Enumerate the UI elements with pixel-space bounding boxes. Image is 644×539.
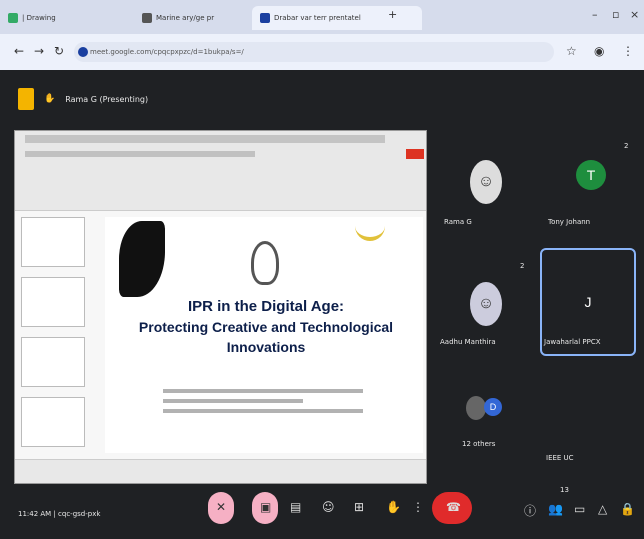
- people-icon[interactable]: 👥: [548, 502, 563, 516]
- menu-dots-icon[interactable]: ⋮: [622, 44, 634, 58]
- back-icon[interactable]: ←: [14, 44, 24, 58]
- decorative-shape: [119, 221, 165, 297]
- mic-off-icon: ✕: [216, 500, 227, 514]
- tab-favicon-icon: [142, 13, 152, 23]
- browser-tab[interactable]: Marine ary/ge pr: [142, 6, 252, 30]
- current-slide: IPR in the Digital Age: Protecting Creat…: [105, 217, 423, 453]
- slide-title: IPR in the Digital Age: Protecting Creat…: [138, 298, 394, 355]
- hand-count: 2: [624, 142, 629, 150]
- bookmark-star-icon[interactable]: ☆: [566, 44, 577, 58]
- captions-icon[interactable]: ▤: [290, 500, 301, 514]
- restore-icon[interactable]: ▫: [612, 8, 619, 21]
- participant-name: IEEE UC: [546, 454, 574, 462]
- tab-favicon-icon: [8, 13, 18, 23]
- tab-favicon-icon: [260, 13, 270, 23]
- ppt-ribbon-tabs: [25, 151, 255, 157]
- browser-tab[interactable]: | Drawing: [8, 6, 128, 30]
- ppt-ribbon: [15, 131, 426, 211]
- profile-icon[interactable]: ◉: [594, 44, 604, 58]
- others-count[interactable]: 12 others: [462, 440, 495, 448]
- slide-thumbnails: [21, 217, 101, 473]
- participant-name: Rama G: [444, 218, 472, 226]
- participant-avatar: T: [576, 160, 606, 190]
- site-info-icon: [78, 47, 88, 57]
- participant-avatar: D: [484, 398, 502, 416]
- participant-name: Aadhu Manthira: [440, 338, 496, 346]
- phone-hangup-icon: ☎: [446, 500, 461, 514]
- participant-avatar: J: [584, 294, 592, 310]
- participant-avatar: ☺: [470, 160, 502, 204]
- emoji-icon[interactable]: ☺: [322, 500, 335, 514]
- participant-name: Tony Johann: [548, 218, 591, 226]
- close-window-icon[interactable]: ×: [630, 8, 639, 21]
- reload-icon[interactable]: ↻: [54, 44, 64, 58]
- slide-details: [163, 389, 363, 419]
- shared-screen: IPR in the Digital Age: Protecting Creat…: [14, 130, 427, 484]
- hand-count: 2: [520, 262, 525, 270]
- decorative-curve: [355, 217, 385, 241]
- slide-thumbnail[interactable]: [21, 337, 85, 387]
- emblem-icon: [251, 241, 279, 285]
- browser-tab-bar: | Drawing Marine ary/ge pr Drabar var te…: [0, 0, 644, 34]
- activities-icon[interactable]: △: [598, 502, 607, 516]
- present-icon[interactable]: ⊞: [354, 500, 364, 514]
- slide-thumbnail[interactable]: [21, 217, 85, 267]
- url-input[interactable]: meet.google.com/cpqcpxpzc/d=1bukpa/s=/: [74, 42, 554, 62]
- participant-avatar: [466, 396, 486, 420]
- presenter-header: ✋ Rama G (Presenting): [18, 88, 148, 110]
- slide-thumbnail[interactable]: [21, 397, 85, 447]
- minimize-icon[interactable]: –: [592, 8, 598, 21]
- participant-avatar: ☺: [470, 282, 502, 326]
- people-count: 13: [560, 486, 569, 494]
- ppt-title-bar: [25, 135, 385, 143]
- host-controls-icon[interactable]: 🔒: [620, 502, 635, 516]
- raise-hand-icon[interactable]: ✋: [386, 500, 401, 514]
- ppt-close-button[interactable]: [406, 149, 424, 159]
- forward-icon[interactable]: →: [34, 44, 44, 58]
- presenter-icon: ✋: [44, 94, 56, 104]
- info-icon[interactable]: ⓘ: [524, 502, 536, 519]
- slide-thumbnail[interactable]: [21, 277, 85, 327]
- ppt-status-bar: [15, 459, 426, 483]
- new-tab-plus-icon[interactable]: +: [388, 8, 397, 21]
- meeting-time-code: 11:42 AM | cqc-gsd-pxk: [18, 510, 101, 518]
- camera-off-icon: ▣: [260, 500, 272, 514]
- more-options-icon[interactable]: ⋮: [412, 500, 424, 514]
- participant-name: Jawaharlal PPCX: [544, 338, 601, 346]
- chat-icon[interactable]: ▭: [574, 502, 585, 516]
- presenting-label: Rama G (Presenting): [65, 94, 149, 104]
- meet-logo-icon: [18, 88, 34, 110]
